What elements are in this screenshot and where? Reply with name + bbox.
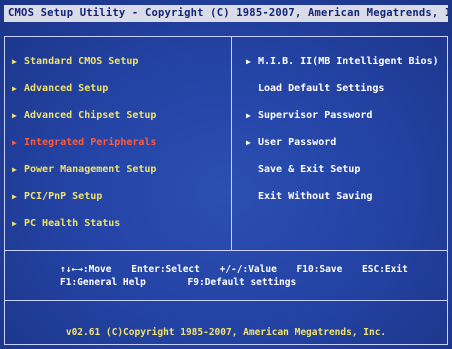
left-menu: ▶ Standard CMOS Setup ▶ Advanced Setup ▶… [12, 48, 156, 237]
right-menu: ▶ M.I.B. II(MB Intelligent Bios) Load De… [246, 48, 439, 210]
menu-item-label: Advanced Chipset Setup [24, 110, 157, 121]
help-line-functions: F1:General Help F9:Default settings [60, 277, 310, 288]
help-key-general-help: F1:General Help [60, 277, 146, 288]
menu-item-label: Integrated Peripherals [24, 137, 157, 148]
triangle-right-icon: ▶ [12, 111, 17, 120]
title-bar: CMOS Setup Utility - Copyright (C) 1985-… [4, 5, 448, 22]
menu-item-label: Standard CMOS Setup [24, 56, 139, 67]
menu-item-label: PCI/PnP Setup [24, 191, 103, 202]
menu-item-supervisor-password[interactable]: ▶ Supervisor Password [246, 102, 439, 129]
menu-item-mib-ii[interactable]: ▶ M.I.B. II(MB Intelligent Bios) [246, 48, 439, 75]
menu-item-advanced-chipset-setup[interactable]: ▶ Advanced Chipset Setup [12, 102, 156, 129]
triangle-right-icon: ▶ [12, 84, 17, 93]
menu-item-user-password[interactable]: ▶ User Password [246, 129, 439, 156]
menu-divider [231, 36, 232, 251]
help-key-default-settings: F9:Default settings [187, 277, 297, 288]
triangle-right-icon: ▶ [246, 111, 251, 120]
menu-item-advanced-setup[interactable]: ▶ Advanced Setup [12, 75, 156, 102]
version-footer: v02.61 (C)Copyright 1985-2007, American … [65, 327, 387, 338]
menu-item-label: PC Health Status [24, 218, 121, 229]
help-key-value: +/-/:Value [219, 264, 277, 275]
triangle-right-icon: ▶ [12, 165, 17, 174]
footer-panel [4, 301, 448, 345]
menu-item-label: Exit Without Saving [258, 191, 373, 202]
help-line-navigation: ↑↓←→:Move Enter:Select +/-/:Value F10:Sa… [60, 264, 422, 275]
triangle-right-icon: ▶ [12, 192, 17, 201]
menu-item-pc-health-status[interactable]: ▶ PC Health Status [12, 210, 156, 237]
triangle-right-icon: ▶ [246, 138, 251, 147]
help-key-select: Enter:Select [131, 264, 200, 275]
menu-item-power-management-setup[interactable]: ▶ Power Management Setup [12, 156, 156, 183]
triangle-right-icon: ▶ [12, 219, 17, 228]
menu-item-label: User Password [258, 137, 337, 148]
menu-item-load-default-settings[interactable]: Load Default Settings [246, 75, 439, 102]
menu-item-label: Advanced Setup [24, 83, 109, 94]
menu-item-label: Load Default Settings [258, 83, 385, 94]
menu-item-integrated-peripherals[interactable]: ▶ Integrated Peripherals [12, 129, 156, 156]
triangle-right-icon: ▶ [246, 57, 251, 66]
triangle-right-icon: ▶ [12, 57, 17, 66]
menu-item-standard-cmos-setup[interactable]: ▶ Standard CMOS Setup [12, 48, 156, 75]
help-key-exit: ESC:Exit [362, 264, 408, 275]
menu-item-exit-without-saving[interactable]: Exit Without Saving [246, 183, 439, 210]
menu-item-label: M.I.B. II(MB Intelligent Bios) [258, 56, 439, 67]
menu-item-save-exit-setup[interactable]: Save & Exit Setup [246, 156, 439, 183]
help-panel [4, 251, 448, 301]
menu-item-label: Power Management Setup [24, 164, 157, 175]
menu-item-label: Supervisor Password [258, 110, 373, 121]
help-key-move: ↑↓←→:Move [60, 264, 112, 275]
triangle-right-icon: ▶ [12, 138, 17, 147]
menu-item-pci-pnp-setup[interactable]: ▶ PCI/PnP Setup [12, 183, 156, 210]
menu-item-label: Save & Exit Setup [258, 164, 361, 175]
help-key-save: F10:Save [296, 264, 343, 275]
bios-screen: CMOS Setup Utility - Copyright (C) 1985-… [0, 0, 452, 349]
